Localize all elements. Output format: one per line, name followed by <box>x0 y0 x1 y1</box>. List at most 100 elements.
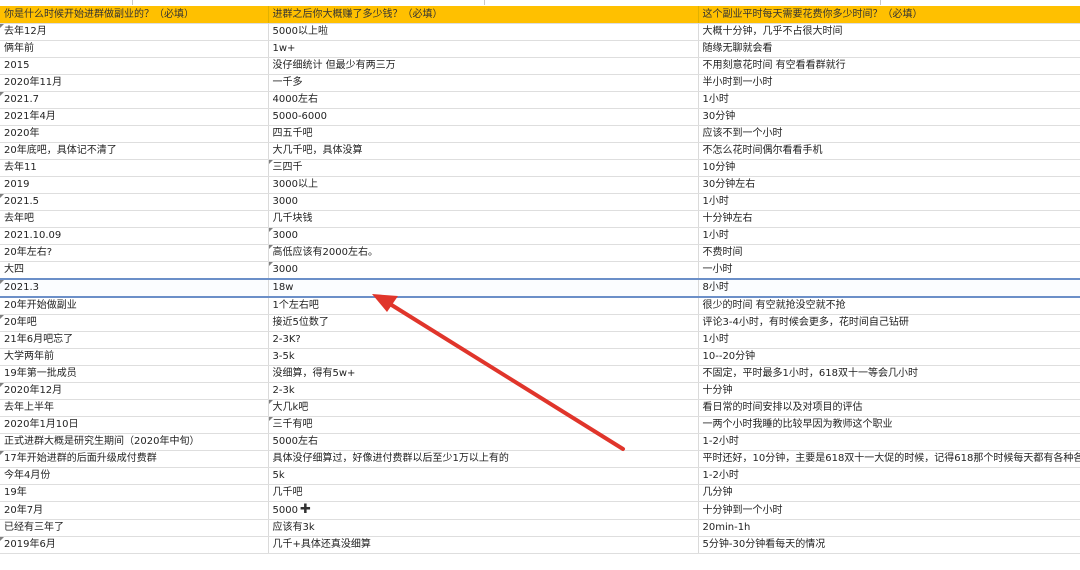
table-cell[interactable]: 没细算，得有5w+ <box>268 365 699 383</box>
table-row[interactable]: 20年开始做副业 1个左右吧 很少的时间 有空就抢没空就不抢 <box>0 297 1080 315</box>
table-cell[interactable]: 20年吧 <box>0 314 269 332</box>
table-cell[interactable]: 接近5位数了 <box>268 314 699 332</box>
selected-table-row[interactable]: 2021.3 18w 8小时 <box>0 278 1080 298</box>
table-cell[interactable]: 评论3-4小时，有时候会更多，花时间自己钻研 <box>698 314 1080 332</box>
table-cell[interactable]: 5000-6000 <box>268 108 699 126</box>
table-cell[interactable]: 正式进群大概是研究生期间（2020年中旬） <box>0 433 269 451</box>
table-cell[interactable]: 半小时到一小时 <box>698 74 1080 92</box>
table-cell[interactable]: 1小时 <box>698 193 1080 211</box>
table-cell[interactable]: 2020年11月 <box>0 74 269 92</box>
table-cell[interactable]: 四五千吧 <box>268 125 699 143</box>
table-cell[interactable]: 19年第一批成员 <box>0 365 269 383</box>
table-cell[interactable]: 8小时 <box>698 278 1080 298</box>
table-cell[interactable]: 看日常的时间安排以及对项目的评估 <box>698 399 1080 417</box>
table-cell[interactable]: 三千有吧 <box>268 416 699 434</box>
table-cell[interactable]: 去年吧 <box>0 210 269 228</box>
table-row[interactable]: 21年6月吧忘了 2-3K? 1小时 <box>0 331 1080 349</box>
table-cell[interactable]: 10--20分钟 <box>698 348 1080 366</box>
table-cell[interactable]: 3000以上 <box>268 176 699 194</box>
table-row[interactable]: 去年上半年 大几k吧 看日常的时间安排以及对项目的评估 <box>0 399 1080 417</box>
table-cell[interactable]: 2-3K? <box>268 331 699 349</box>
table-row[interactable]: 正式进群大概是研究生期间（2020年中旬） 5000左右 1-2小时 <box>0 433 1080 451</box>
table-cell[interactable]: 1小时 <box>698 91 1080 109</box>
table-cell[interactable]: 几分钟 <box>698 484 1080 502</box>
table-cell[interactable]: 高低应该有2000左右。 <box>268 244 699 262</box>
table-cell[interactable]: 今年4月份 <box>0 467 269 485</box>
table-cell[interactable]: 20年底吧，具体记不清了 <box>0 142 269 160</box>
table-cell[interactable]: 20年左右? <box>0 244 269 262</box>
table-cell[interactable]: 一小时 <box>698 261 1080 280</box>
table-cell[interactable]: 2019年6月 <box>0 536 269 554</box>
table-cell[interactable]: 5000左右 <box>268 433 699 451</box>
table-cell[interactable]: 已经有三年了 <box>0 519 269 537</box>
table-cell[interactable]: 1w+ <box>268 40 699 58</box>
column-header-3[interactable]: 这个副业平时每天需要花费你多少时间？（必填） <box>698 6 1080 24</box>
table-cell[interactable]: 10分钟 <box>698 159 1080 177</box>
table-cell[interactable]: 几千吧 <box>268 484 699 502</box>
table-cell[interactable]: 不固定，平时最多1小时，618双十一等会几小时 <box>698 365 1080 383</box>
table-row[interactable]: 去年11 三四千 10分钟 <box>0 159 1080 177</box>
table-cell[interactable]: 不怎么花时间偶尔看看手机 <box>698 142 1080 160</box>
table-cell[interactable]: 20min-1h <box>698 519 1080 537</box>
table-cell[interactable]: 大学两年前 <box>0 348 269 366</box>
table-cell[interactable]: 一千多 <box>268 74 699 92</box>
table-cell[interactable]: 不费时间 <box>698 244 1080 262</box>
table-cell[interactable]: 具体没仔细算过，好像进付费群以后至少1万以上有的 <box>268 450 699 468</box>
table-cell[interactable]: 30分钟 <box>698 108 1080 126</box>
table-cell[interactable]: 没仔细统计 但最少有两三万 <box>268 57 699 75</box>
table-cell[interactable]: 19年 <box>0 484 269 502</box>
table-cell[interactable]: 17年开始进群的后面升级成付费群 <box>0 450 269 468</box>
table-row[interactable]: 2021年4月 5000-6000 30分钟 <box>0 108 1080 126</box>
table-cell[interactable]: 5000 ✚ <box>268 501 699 520</box>
table-cell[interactable]: 1小时 <box>698 331 1080 349</box>
table-cell[interactable]: 俩年前 <box>0 40 269 58</box>
table-row[interactable]: 今年4月份 5k 1-2小时 <box>0 467 1080 485</box>
table-cell[interactable]: 应该不到一个小时 <box>698 125 1080 143</box>
table-cell[interactable]: 大几千吧，具体没算 <box>268 142 699 160</box>
table-cell[interactable]: 21年6月吧忘了 <box>0 331 269 349</box>
table-cell[interactable]: 2-3k <box>268 382 699 400</box>
table-cell[interactable]: 18w <box>268 278 699 298</box>
table-row[interactable]: 2020年 四五千吧 应该不到一个小时 <box>0 125 1080 143</box>
table-cell[interactable]: 20年7月 <box>0 501 269 520</box>
table-row[interactable]: 17年开始进群的后面升级成付费群 具体没仔细算过，好像进付费群以后至少1万以上有的… <box>0 450 1080 468</box>
table-cell[interactable]: 十分钟 <box>698 382 1080 400</box>
column-header-2[interactable]: 进群之后你大概赚了多少钱？（必填） <box>268 6 699 24</box>
table-cell[interactable]: 大四 <box>0 261 269 280</box>
table-row[interactable]: 2020年11月 一千多 半小时到一小时 <box>0 74 1080 92</box>
table-cell[interactable]: 2021.10.09 <box>0 227 269 245</box>
table-cell[interactable]: 大几k吧 <box>268 399 699 417</box>
table-cell[interactable]: 3000 <box>268 227 699 245</box>
table-row[interactable]: 2020年12月 2-3k 十分钟 <box>0 382 1080 400</box>
table-cell[interactable]: 几千+具体还真没细算 <box>268 536 699 554</box>
table-cell[interactable]: 应该有3k <box>268 519 699 537</box>
table-cell[interactable]: 2021.5 <box>0 193 269 211</box>
table-cell[interactable]: 2021.3 <box>0 278 269 298</box>
table-cell[interactable]: 2020年12月 <box>0 382 269 400</box>
table-row[interactable]: 2019 3000以上 30分钟左右 <box>0 176 1080 194</box>
table-cell[interactable]: 去年11 <box>0 159 269 177</box>
table-row[interactable]: 2015 没仔细统计 但最少有两三万 不用刻意花时间 有空看看群就行 <box>0 57 1080 75</box>
table-cell[interactable]: 3000 <box>268 261 699 280</box>
table-cell[interactable]: 大概十分钟，几乎不占很大时间 <box>698 23 1080 41</box>
table-cell[interactable]: 十分钟左右 <box>698 210 1080 228</box>
table-row[interactable]: 大四 3000 一小时 <box>0 261 1080 280</box>
table-cell[interactable]: 几千块钱 <box>268 210 699 228</box>
table-cell[interactable]: 十分钟到一个小时 <box>698 501 1080 520</box>
table-row[interactable]: 大学两年前 3-5k 10--20分钟 <box>0 348 1080 366</box>
table-cell[interactable]: 2021年4月 <box>0 108 269 126</box>
table-cell[interactable]: 一两个小时我睡的比较早因为教师这个职业 <box>698 416 1080 434</box>
table-cell[interactable]: 平时还好，10分钟，主要是618双十一大促的时候，记得618那个时候每天都有各种… <box>698 450 1080 468</box>
table-row[interactable]: 20年底吧，具体记不清了 大几千吧，具体没算 不怎么花时间偶尔看看手机 <box>0 142 1080 160</box>
table-row[interactable]: 20年7月 5000 ✚ 十分钟到一个小时 <box>0 501 1080 520</box>
table-row[interactable]: 2021.10.09 3000 1小时 <box>0 227 1080 245</box>
table-cell[interactable]: 3000 <box>268 193 699 211</box>
table-cell[interactable]: 2020年 <box>0 125 269 143</box>
table-row[interactable]: 19年 几千吧 几分钟 <box>0 484 1080 502</box>
table-cell[interactable]: 2015 <box>0 57 269 75</box>
table-cell[interactable]: 2021.7 <box>0 91 269 109</box>
table-cell[interactable]: 4000左右 <box>268 91 699 109</box>
table-cell[interactable]: 2019 <box>0 176 269 194</box>
table-cell[interactable]: 去年12月 <box>0 23 269 41</box>
table-cell[interactable]: 5k <box>268 467 699 485</box>
